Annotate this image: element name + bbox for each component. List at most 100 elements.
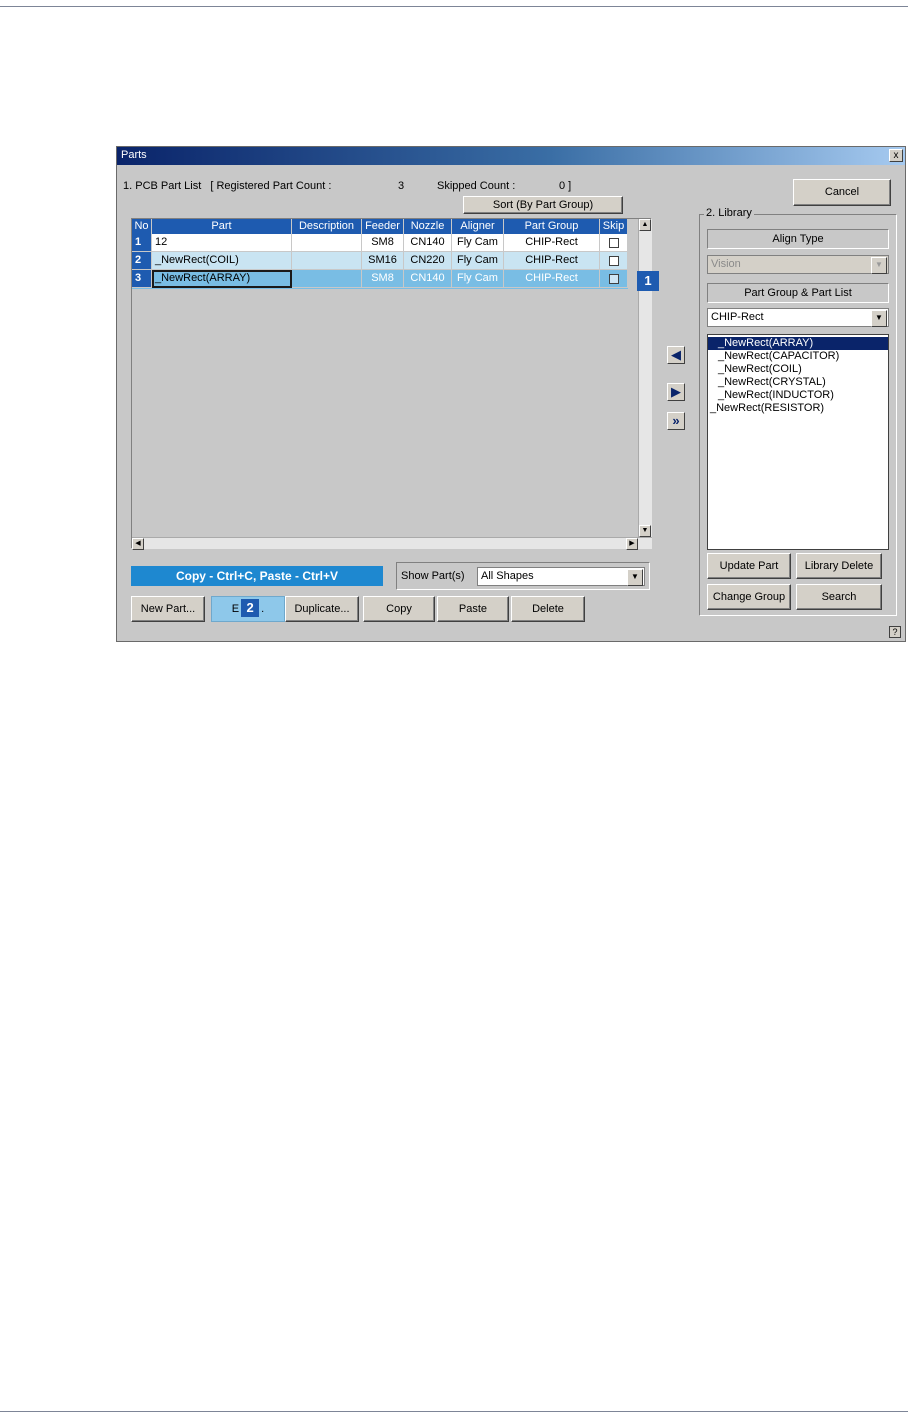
- copy-paste-hint: Copy - Ctrl+C, Paste - Ctrl+V: [131, 566, 383, 586]
- library-group: 2. Library Align Type Vision ▼ Part Grou…: [699, 207, 897, 616]
- part-group-select[interactable]: CHIP-Rect ▼: [707, 308, 889, 327]
- vertical-scrollbar[interactable]: ▲ ▼: [638, 219, 652, 537]
- align-type-select[interactable]: Vision ▼: [707, 255, 889, 274]
- table-row[interactable]: 2 _NewRect(COIL) SM16 CN220 Fly Cam CHIP…: [132, 252, 628, 270]
- nozzle-cell[interactable]: CN220: [404, 252, 452, 270]
- show-parts-select[interactable]: All Shapes ▼: [477, 567, 645, 586]
- nozzle-cell[interactable]: CN140: [404, 270, 452, 288]
- scroll-down-icon[interactable]: ▼: [639, 525, 651, 537]
- feeder-cell[interactable]: SM8: [362, 234, 404, 252]
- skip-checkbox[interactable]: [608, 238, 619, 248]
- show-parts-value: All Shapes: [481, 570, 534, 582]
- callout-2: 2: [241, 599, 260, 617]
- part-group-list-label: Part Group & Part List: [707, 283, 889, 303]
- feeder-cell[interactable]: SM16: [362, 252, 404, 270]
- dropdown-arrow-icon[interactable]: ▼: [871, 257, 887, 274]
- copy-button[interactable]: Copy: [363, 596, 435, 622]
- part-cell[interactable]: _NewRect(COIL): [152, 252, 292, 270]
- duplicate-button[interactable]: Duplicate...: [285, 596, 359, 622]
- skip-cell: [600, 270, 628, 288]
- edit-label-tail: .: [261, 603, 265, 615]
- top-rule: [0, 6, 908, 7]
- col-header-part[interactable]: Part: [152, 219, 292, 234]
- cancel-button[interactable]: Cancel: [793, 179, 891, 206]
- row-number: 3: [132, 270, 152, 288]
- dropdown-arrow-icon[interactable]: ▼: [871, 310, 887, 327]
- row-number: 1: [132, 234, 152, 252]
- aligner-cell[interactable]: Fly Cam: [452, 234, 504, 252]
- search-button[interactable]: Search: [796, 584, 882, 610]
- align-type-label: Align Type: [707, 229, 889, 249]
- part-list-title: 1. PCB Part List: [123, 180, 202, 192]
- skipped-count-label: Skipped Count :: [437, 180, 516, 192]
- help-icon[interactable]: ?: [889, 626, 901, 638]
- table-row[interactable]: 3 _NewRect(ARRAY) SM8 CN140 Fly Cam CHIP…: [132, 270, 628, 289]
- row-number: 2: [132, 252, 152, 270]
- update-part-button[interactable]: Update Part: [707, 553, 791, 579]
- bottom-rule: [0, 1411, 908, 1412]
- new-part-button[interactable]: New Part...: [131, 596, 205, 622]
- align-type-value: Vision: [711, 258, 741, 270]
- skip-cell: [600, 234, 628, 252]
- col-header-nozzle[interactable]: Nozzle: [404, 219, 452, 234]
- library-delete-button[interactable]: Library Delete: [796, 553, 882, 579]
- col-header-description[interactable]: Description: [292, 219, 362, 234]
- callout-1: 1: [637, 271, 659, 291]
- aligner-cell[interactable]: Fly Cam: [452, 252, 504, 270]
- part-group-cell[interactable]: CHIP-Rect: [504, 252, 600, 270]
- description-cell[interactable]: [292, 252, 362, 270]
- scroll-left-icon[interactable]: ◀: [132, 538, 144, 550]
- col-header-no[interactable]: No: [132, 219, 152, 234]
- window-title: Parts: [121, 149, 147, 161]
- part-group-cell[interactable]: CHIP-Rect: [504, 234, 600, 252]
- arrow-right-icon[interactable]: ▶: [667, 383, 685, 401]
- paste-button[interactable]: Paste: [437, 596, 509, 622]
- part-cell[interactable]: 12: [152, 234, 292, 252]
- registered-count-label: [ Registered Part Count :: [210, 180, 332, 192]
- scroll-up-icon[interactable]: ▲: [639, 219, 651, 231]
- col-header-part-group[interactable]: Part Group: [504, 219, 600, 234]
- skip-checkbox[interactable]: [608, 274, 619, 284]
- list-item[interactable]: _NewRect(CAPACITOR): [708, 350, 888, 363]
- list-item[interactable]: _NewRect(INDUCTOR): [708, 389, 888, 402]
- scroll-right-icon[interactable]: ▶: [626, 538, 638, 550]
- horizontal-scrollbar[interactable]: ◀ ▶: [132, 537, 652, 550]
- nozzle-cell[interactable]: CN140: [404, 234, 452, 252]
- show-parts-group: Show Part(s) All Shapes ▼: [396, 562, 650, 590]
- double-arrow-right-icon[interactable]: »: [667, 412, 685, 430]
- list-item[interactable]: _NewRect(ARRAY): [708, 337, 888, 350]
- dropdown-arrow-icon[interactable]: ▼: [627, 569, 643, 586]
- description-cell[interactable]: [292, 270, 362, 288]
- part-cell[interactable]: _NewRect(ARRAY): [152, 270, 292, 288]
- pcb-part-list-label: 1. PCB Part List [ Registered Part Count…: [123, 180, 331, 192]
- show-parts-label: Show Part(s): [401, 570, 465, 582]
- arrow-left-icon[interactable]: ◀: [667, 346, 685, 364]
- part-group-value: CHIP-Rect: [711, 311, 764, 323]
- col-header-aligner[interactable]: Aligner: [452, 219, 504, 234]
- close-icon[interactable]: x: [889, 149, 903, 162]
- parts-dialog: Parts x 1. PCB Part List [ Registered Pa…: [116, 146, 906, 642]
- description-cell[interactable]: [292, 234, 362, 252]
- list-item[interactable]: _NewRect(COIL): [708, 363, 888, 376]
- list-item[interactable]: _NewRect(RESISTOR): [708, 402, 888, 415]
- delete-button[interactable]: Delete: [511, 596, 585, 622]
- col-header-skip[interactable]: Skip: [600, 219, 628, 234]
- parts-table: No Part Description Feeder Nozzle Aligne…: [131, 218, 652, 550]
- part-group-cell[interactable]: CHIP-Rect: [504, 270, 600, 288]
- skip-checkbox[interactable]: [608, 256, 619, 266]
- list-item[interactable]: _NewRect(CRYSTAL): [708, 376, 888, 389]
- library-label: 2. Library: [704, 207, 754, 219]
- edit-button[interactable]: E2.: [211, 596, 285, 622]
- title-bar[interactable]: Parts x: [117, 147, 905, 165]
- feeder-cell[interactable]: SM8: [362, 270, 404, 288]
- skipped-count: 0 ]: [559, 180, 572, 192]
- change-group-button[interactable]: Change Group: [707, 584, 791, 610]
- edit-label: E: [231, 603, 240, 615]
- aligner-cell[interactable]: Fly Cam: [452, 270, 504, 288]
- registered-count: 3: [398, 180, 405, 192]
- library-part-list[interactable]: _NewRect(ARRAY) _NewRect(CAPACITOR) _New…: [707, 334, 889, 550]
- col-header-feeder[interactable]: Feeder: [362, 219, 404, 234]
- sort-by-part-group-button[interactable]: Sort (By Part Group): [463, 196, 623, 214]
- skip-cell: [600, 252, 628, 270]
- table-row[interactable]: 1 12 SM8 CN140 Fly Cam CHIP-Rect: [132, 234, 628, 252]
